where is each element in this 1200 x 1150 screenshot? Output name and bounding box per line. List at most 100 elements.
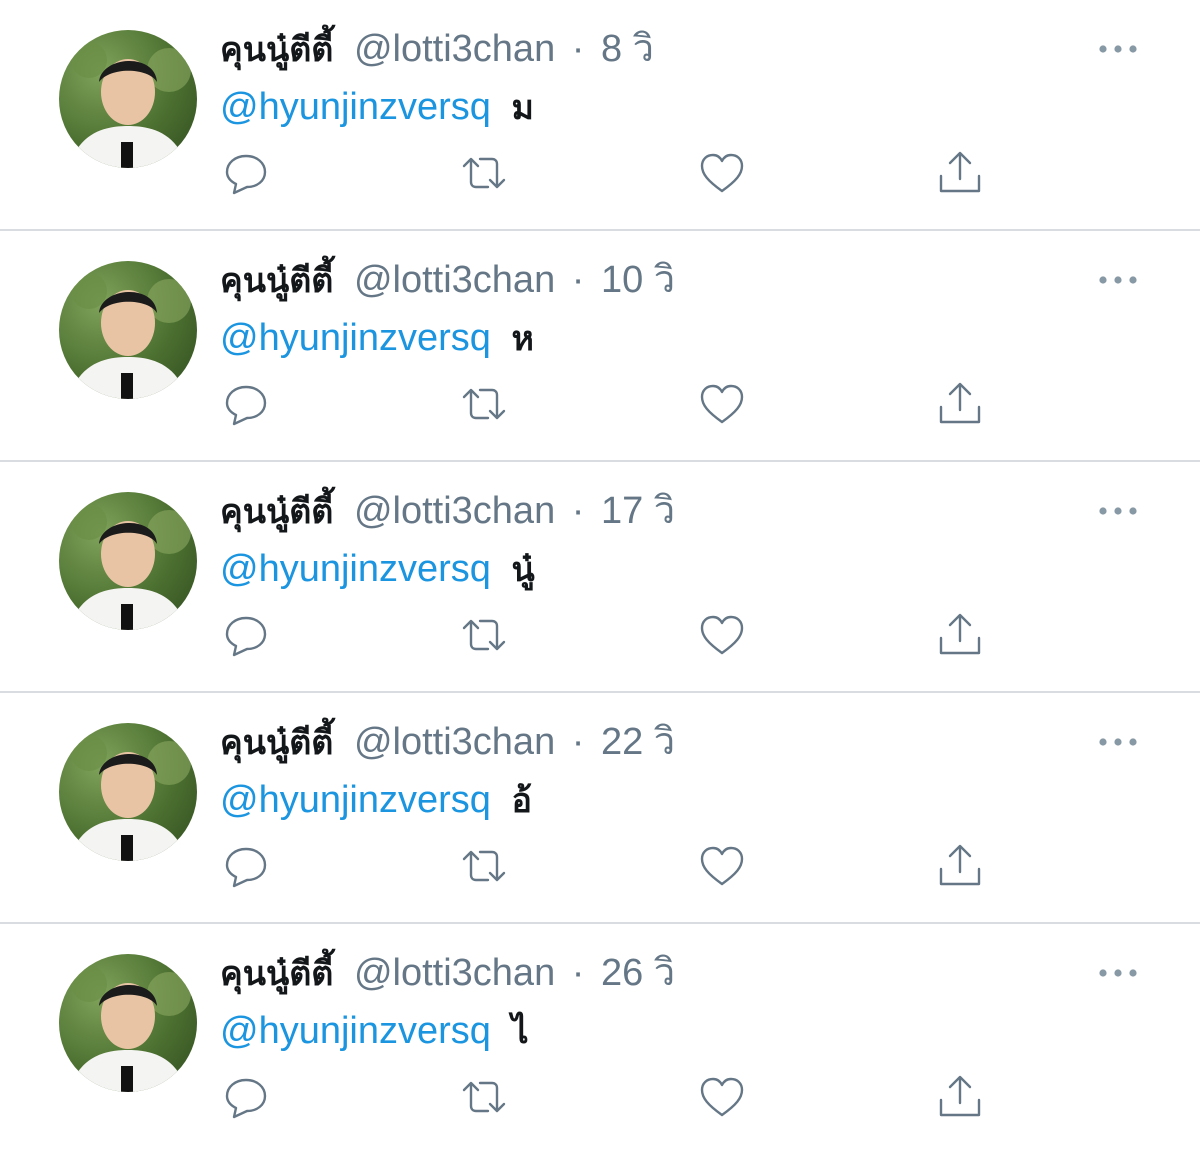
mention-link[interactable]: @hyunjinzversq: [220, 86, 491, 128]
retweet-button[interactable]: [458, 148, 510, 198]
tweet-content: อ้: [511, 781, 532, 821]
user-handle[interactable]: @lotti3chan: [354, 721, 555, 763]
retweet-arrows-icon: [462, 157, 506, 189]
mention-link[interactable]: @hyunjinzversq: [220, 1010, 491, 1052]
reply-bubble-icon: [225, 385, 267, 426]
like-button[interactable]: [696, 148, 748, 198]
avatar-photo: [69, 273, 191, 399]
tweet-actions: [220, 610, 1000, 660]
tweet-header: คุนนู๋ตีตี้ @lotti3chan · 10 วิ: [220, 255, 675, 305]
tweet[interactable]: คุนนู๋ตีตี้ @lotti3chan · 26 วิ @hyunjin…: [0, 924, 1200, 1150]
retweet-arrows-icon: [462, 619, 506, 651]
like-button[interactable]: [696, 610, 748, 660]
timestamp[interactable]: 22 วิ: [601, 721, 675, 763]
reply-button[interactable]: [220, 379, 272, 429]
tweet[interactable]: คุนนู๋ตีตี้ @lotti3chan · 17 วิ @hyunjin…: [0, 462, 1200, 693]
tweet-header: คุนนู๋ตีตี้ @lotti3chan · 26 วิ: [220, 948, 675, 998]
timestamp[interactable]: 17 วิ: [601, 490, 675, 532]
more-options-button[interactable]: [1096, 36, 1140, 62]
tweet-text: @hyunjinzversq ม: [220, 80, 534, 134]
display-name[interactable]: คุนนู๋ตีตี้: [220, 954, 333, 994]
user-handle[interactable]: @lotti3chan: [354, 490, 555, 532]
avatar[interactable]: [59, 723, 197, 861]
tweet-text: @hyunjinzversq ไ: [220, 1004, 529, 1058]
tweet-feed: คุนนู๋ตีตี้ @lotti3chan · 8 วิ @hyunjinz…: [0, 0, 1200, 1150]
avatar-photo: [69, 42, 191, 168]
more-options-button[interactable]: [1096, 960, 1140, 986]
tweet[interactable]: คุนนู๋ตีตี้ @lotti3chan · 10 วิ @hyunjin…: [0, 231, 1200, 462]
retweet-button[interactable]: [458, 379, 510, 429]
reply-button[interactable]: [220, 610, 272, 660]
display-name[interactable]: คุนนู๋ตีตี้: [220, 492, 333, 532]
tweet[interactable]: คุนนู๋ตีตี้ @lotti3chan · 22 วิ @hyunjin…: [0, 693, 1200, 924]
reply-bubble-icon: [225, 847, 267, 888]
reply-bubble-icon: [225, 154, 267, 195]
share-upload-icon: [939, 382, 981, 424]
avatar[interactable]: [59, 954, 197, 1092]
reply-button[interactable]: [220, 1072, 272, 1122]
tweet-text: @hyunjinzversq นู๋: [220, 542, 535, 596]
share-button[interactable]: [934, 610, 986, 660]
mention-link[interactable]: @hyunjinzversq: [220, 548, 491, 590]
retweet-arrows-icon: [462, 1081, 506, 1113]
tweet-actions: [220, 148, 1000, 198]
tweet-content: ไ: [511, 1012, 529, 1052]
tweet-actions: [220, 1072, 1000, 1122]
share-upload-icon: [939, 844, 981, 886]
user-handle[interactable]: @lotti3chan: [354, 952, 555, 994]
display-name[interactable]: คุนนู๋ตีตี้: [220, 30, 333, 70]
separator-dot: ·: [571, 490, 585, 532]
display-name[interactable]: คุนนู๋ตีตี้: [220, 723, 333, 763]
share-upload-icon: [939, 1075, 981, 1117]
avatar[interactable]: [59, 30, 197, 168]
share-button[interactable]: [934, 1072, 986, 1122]
share-button[interactable]: [934, 841, 986, 891]
mention-link[interactable]: @hyunjinzversq: [220, 779, 491, 821]
user-handle[interactable]: @lotti3chan: [354, 28, 555, 70]
retweet-button[interactable]: [458, 610, 510, 660]
more-options-button[interactable]: [1096, 729, 1140, 755]
user-handle[interactable]: @lotti3chan: [354, 259, 555, 301]
tweet-content: ม: [511, 88, 534, 128]
like-button[interactable]: [696, 1072, 748, 1122]
avatar-photo: [69, 504, 191, 630]
timestamp[interactable]: 26 วิ: [601, 952, 675, 994]
retweet-button[interactable]: [458, 1072, 510, 1122]
more-options-button[interactable]: [1096, 267, 1140, 293]
tweet-header: คุนนู๋ตีตี้ @lotti3chan · 8 วิ: [220, 24, 654, 74]
avatar[interactable]: [59, 261, 197, 399]
display-name[interactable]: คุนนู๋ตีตี้: [220, 261, 333, 301]
reply-button[interactable]: [220, 841, 272, 891]
heart-outline-icon: [700, 153, 744, 193]
like-button[interactable]: [696, 841, 748, 891]
avatar[interactable]: [59, 492, 197, 630]
avatar-photo: [69, 735, 191, 861]
timestamp[interactable]: 8 วิ: [601, 28, 654, 70]
more-horizontal-icon: [1099, 507, 1137, 515]
more-horizontal-icon: [1099, 276, 1137, 284]
timestamp[interactable]: 10 วิ: [601, 259, 675, 301]
share-button[interactable]: [934, 379, 986, 429]
more-horizontal-icon: [1099, 969, 1137, 977]
reply-bubble-icon: [225, 616, 267, 657]
more-options-button[interactable]: [1096, 498, 1140, 524]
separator-dot: ·: [571, 28, 585, 70]
share-upload-icon: [939, 613, 981, 655]
tweet-header: คุนนู๋ตีตี้ @lotti3chan · 22 วิ: [220, 717, 675, 767]
share-button[interactable]: [934, 148, 986, 198]
avatar-photo: [69, 966, 191, 1092]
retweet-button[interactable]: [458, 841, 510, 891]
tweet-header: คุนนู๋ตีตี้ @lotti3chan · 17 วิ: [220, 486, 675, 536]
separator-dot: ·: [571, 952, 585, 994]
heart-outline-icon: [700, 615, 744, 655]
tweet-content: ห: [511, 319, 534, 359]
tweet[interactable]: คุนนู๋ตีตี้ @lotti3chan · 8 วิ @hyunjinz…: [0, 0, 1200, 231]
separator-dot: ·: [571, 721, 585, 763]
reply-button[interactable]: [220, 148, 272, 198]
more-horizontal-icon: [1099, 738, 1137, 746]
separator-dot: ·: [571, 259, 585, 301]
mention-link[interactable]: @hyunjinzversq: [220, 317, 491, 359]
heart-outline-icon: [700, 384, 744, 424]
tweet-content: นู๋: [511, 550, 535, 590]
like-button[interactable]: [696, 379, 748, 429]
